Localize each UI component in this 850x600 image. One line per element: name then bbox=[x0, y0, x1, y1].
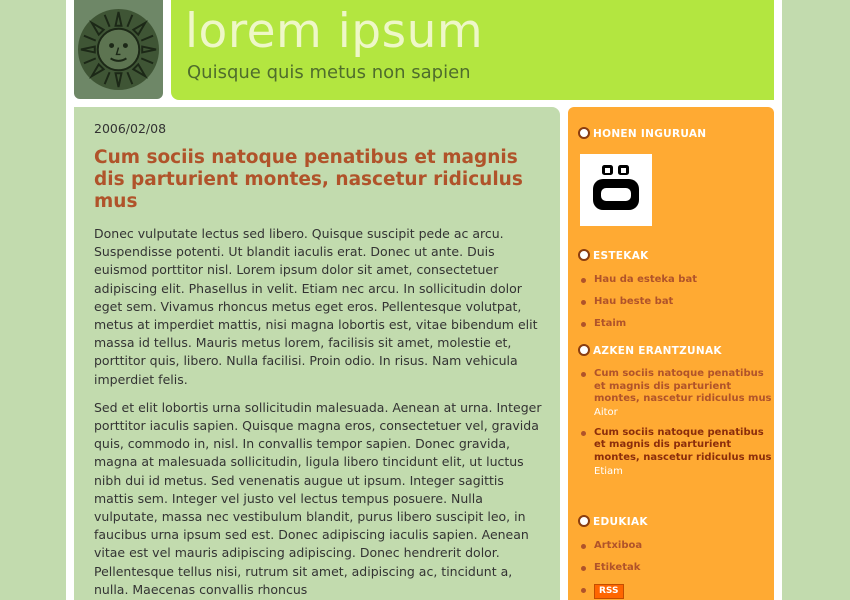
comment-item[interactable]: Cum sociis natoque penatibus et magnis d… bbox=[580, 427, 774, 478]
site-header: lorem ipsum Quisque quis metus non sapie… bbox=[171, 0, 774, 100]
post-paragraph: Sed et elit lobortis urna sollicitudin m… bbox=[94, 399, 542, 597]
bullet-icon bbox=[578, 344, 590, 356]
comment-text[interactable]: Cum sociis natoque penatibus et magnis d… bbox=[594, 427, 772, 463]
links-list: Hau da esteka bat Hau beste bat Etaim bbox=[580, 274, 697, 340]
site-logo[interactable] bbox=[74, 0, 163, 99]
comment-author: Aitor bbox=[594, 406, 618, 418]
post-title[interactable]: Cum sociis natoque penatibus et magnis d… bbox=[94, 147, 544, 213]
avatar[interactable] bbox=[580, 154, 652, 226]
link-item[interactable]: Hau da esteka bat bbox=[580, 274, 697, 296]
main-content: 2006/02/08 Cum sociis natoque penatibus … bbox=[74, 107, 560, 600]
sidebar-heading-content: EDUKIAK bbox=[578, 515, 648, 528]
post-date: 2006/02/08 bbox=[94, 121, 167, 136]
link-item[interactable]: Etaim bbox=[580, 318, 697, 340]
rss-badge[interactable]: RSS bbox=[594, 584, 624, 599]
content-item[interactable]: Artxiboa bbox=[580, 540, 642, 562]
comment-item[interactable]: Cum sociis natoque penatibus et magnis d… bbox=[580, 368, 774, 419]
post-body: Donec vulputate lectus sed libero. Quisq… bbox=[94, 225, 546, 600]
site-tagline: Quisque quis metus non sapien bbox=[187, 62, 471, 83]
comment-author: Etiam bbox=[594, 465, 623, 477]
post-paragraph: Donec vulputate lectus sed libero. Quisq… bbox=[94, 226, 538, 387]
bullet-icon bbox=[578, 249, 590, 261]
site-title[interactable]: lorem ipsum bbox=[185, 6, 483, 58]
link-item[interactable]: Hau beste bat bbox=[580, 296, 697, 318]
bullet-icon bbox=[578, 127, 590, 139]
content-item-rss: RSS bbox=[580, 584, 642, 600]
comments-list: Cum sociis natoque penatibus et magnis d… bbox=[580, 368, 774, 486]
content-item[interactable]: Etiketak bbox=[580, 562, 642, 584]
sidebar-heading-links: ESTEKAK bbox=[578, 249, 649, 262]
sidebar-heading-comments: AZKEN ERANTZUNAK bbox=[578, 344, 722, 357]
sidebar-heading-about: HONEN INGURUAN bbox=[578, 127, 706, 140]
page: lorem ipsum Quisque quis metus non sapie… bbox=[66, 0, 782, 600]
sidebar: HONEN INGURUAN ESTEKAK Hau da esteka bat… bbox=[568, 107, 774, 600]
robot-face-icon bbox=[593, 165, 639, 210]
bullet-icon bbox=[578, 515, 590, 527]
content-list: Artxiboa Etiketak RSS bbox=[580, 540, 642, 600]
sun-face-icon bbox=[77, 8, 160, 91]
comment-text[interactable]: Cum sociis natoque penatibus et magnis d… bbox=[594, 368, 772, 404]
